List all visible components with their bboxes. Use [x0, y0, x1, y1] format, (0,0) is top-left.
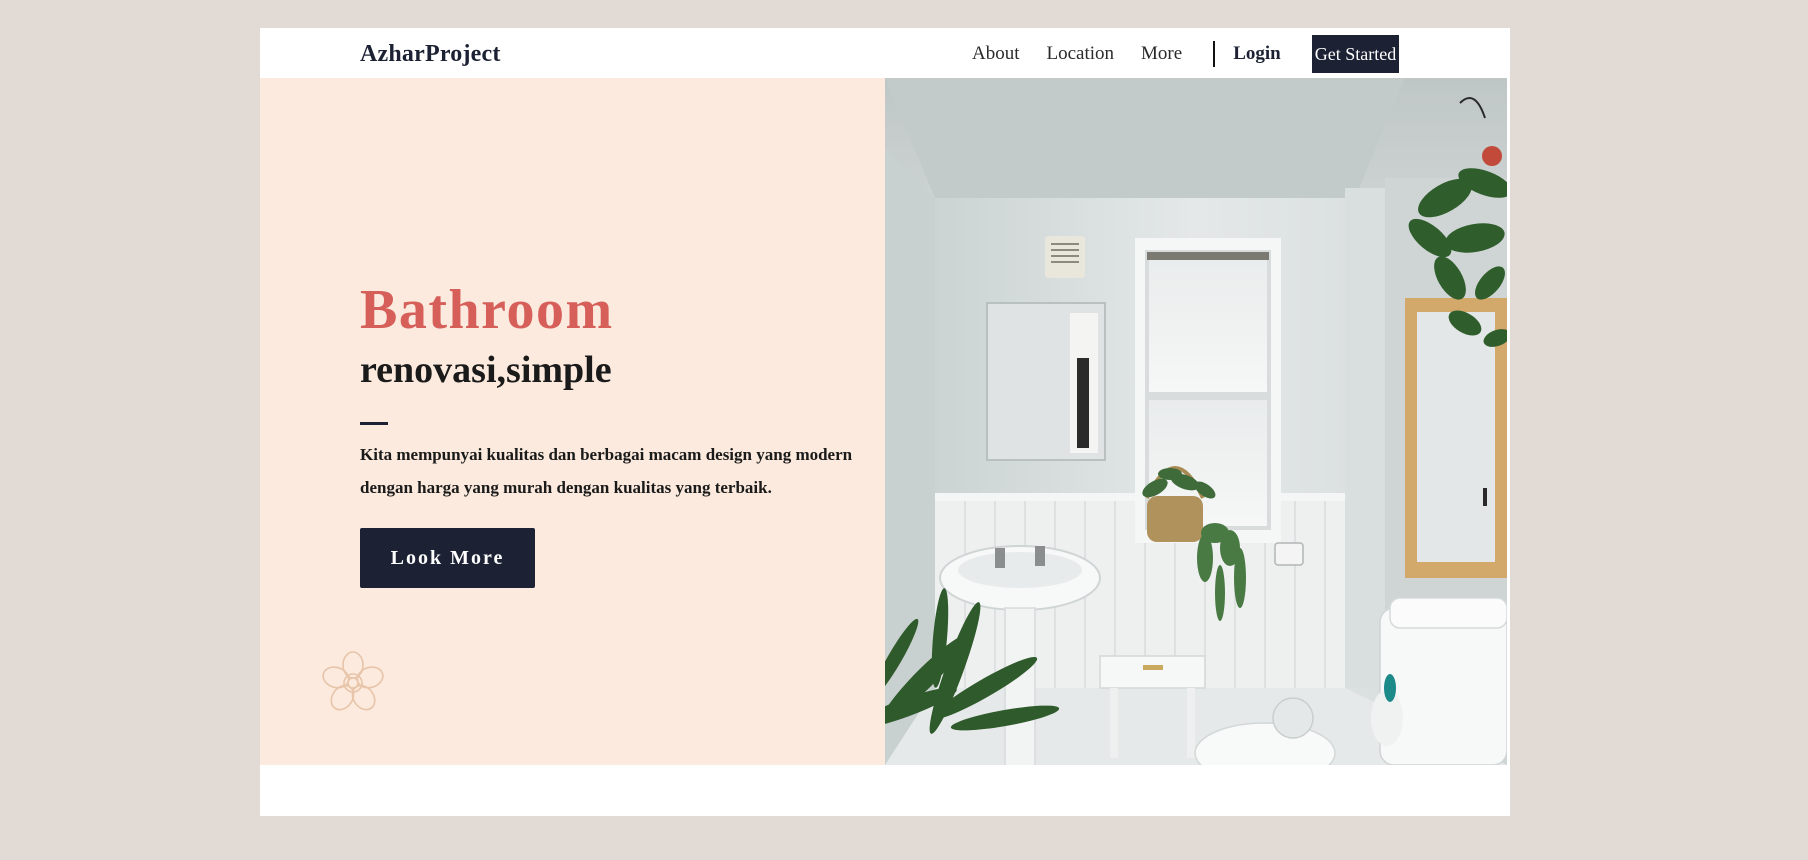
- nav-links: About Location More Login Get Started: [972, 35, 1400, 73]
- hero-subtitle: renovasi,simple: [360, 349, 612, 391]
- look-more-button[interactable]: Look More: [360, 528, 535, 588]
- nav-link-location[interactable]: Location: [1047, 43, 1115, 65]
- hero-divider: [360, 422, 388, 425]
- nav-link-about[interactable]: About: [972, 43, 1020, 65]
- bathroom-photo: [885, 78, 1507, 765]
- hero-text-panel: Bathroom renovasi,simple Kita mempunyai …: [260, 78, 885, 765]
- page-frame: AzharProject About Location More Login G…: [260, 28, 1510, 816]
- get-started-button[interactable]: Get Started: [1311, 35, 1400, 73]
- hero-title: Bathroom: [360, 279, 614, 341]
- nav-divider: [1213, 41, 1216, 67]
- brand-logo[interactable]: AzharProject: [360, 41, 501, 68]
- hero-section: Bathroom renovasi,simple Kita mempunyai …: [260, 78, 1510, 765]
- navbar: AzharProject About Location More Login G…: [260, 28, 1510, 78]
- hero-description: Kita mempunyai kualitas dan berbagai mac…: [360, 445, 853, 497]
- hero-image: [885, 78, 1507, 765]
- login-link[interactable]: Login: [1233, 43, 1281, 65]
- flower-icon: [322, 651, 384, 711]
- nav-link-more[interactable]: More: [1141, 43, 1182, 65]
